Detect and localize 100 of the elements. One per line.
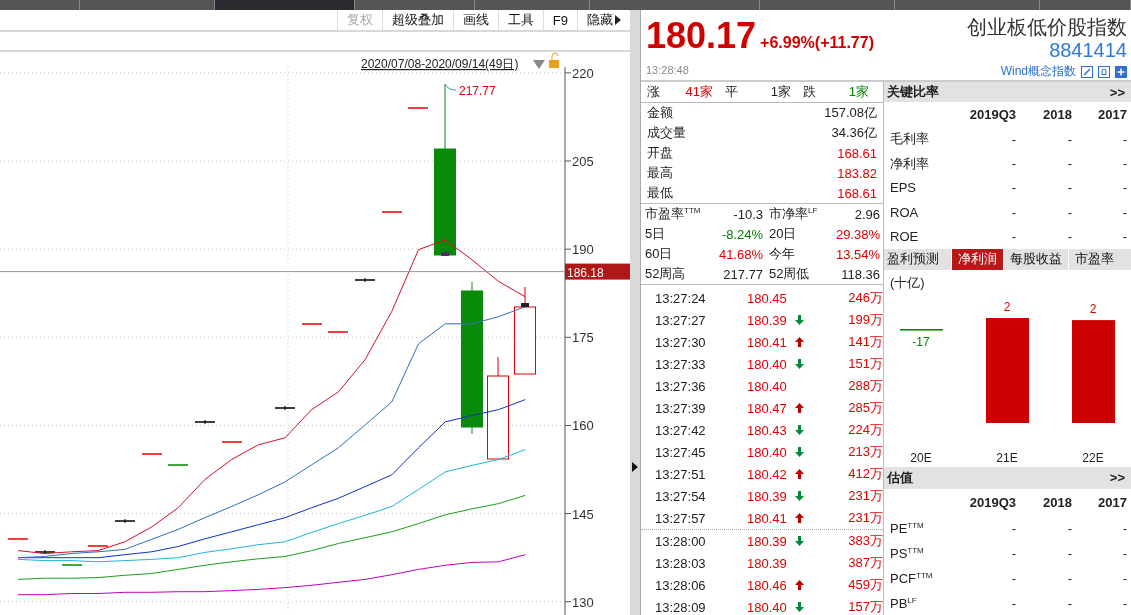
trade-price: 180.47 <box>747 400 788 416</box>
window-tab[interactable] <box>895 0 1040 10</box>
expand-icon[interactable] <box>632 462 638 472</box>
metric-value: 118.36 <box>840 266 880 282</box>
trade-price: 180.40 <box>747 599 788 615</box>
row-label: PCF$^{TTM}$ <box>889 570 934 587</box>
trade-volume: 151万 <box>847 355 883 373</box>
trade-price: 180.43 <box>747 422 788 438</box>
candlestick <box>167 464 189 466</box>
window-tab[interactable] <box>1040 0 1131 10</box>
bar-value-label: 2 <box>1089 302 1097 317</box>
axis-label: 21E <box>996 450 1018 465</box>
more-link[interactable]: >> <box>1109 470 1125 486</box>
row-label: PB$^{LF}$ <box>889 595 918 612</box>
trade-volume: 285万 <box>847 399 883 417</box>
leader-line <box>444 83 457 91</box>
window-tab[interactable] <box>0 0 80 10</box>
trade-price: 180.41 <box>747 510 788 526</box>
window-tab[interactable] <box>760 0 895 10</box>
axis-label: 175 <box>572 330 594 346</box>
trade-time: 13:27:36 <box>655 378 707 394</box>
dropdown-icon[interactable] <box>533 60 545 69</box>
trade-price: 180.40 <box>747 378 788 394</box>
table-cell-text: - <box>1066 180 1072 196</box>
metric-value: -10.3 <box>732 206 763 222</box>
row-label: EPS <box>889 180 917 196</box>
window-tab[interactable] <box>475 0 590 10</box>
price-change: +6.99%(+11.77) <box>760 34 874 52</box>
bell-icon[interactable] <box>1098 65 1110 78</box>
metric-label: 20日 <box>768 225 798 243</box>
add-icon[interactable] <box>1115 65 1127 78</box>
window-tab[interactable] <box>355 0 475 10</box>
candlestick <box>114 518 136 524</box>
trade-volume: 288万 <box>847 377 883 395</box>
date-range-link[interactable]: 2020/07/08-2020/09/14(49日) <box>361 57 519 71</box>
trade-volume: 383万 <box>847 532 883 550</box>
metric-label: 市盈率$^{TTM}$ <box>645 205 702 223</box>
trade-time: 13:27:57 <box>655 510 707 526</box>
axis-label: 145 <box>572 506 594 522</box>
tab[interactable]: 净利润 <box>951 248 1003 270</box>
caret-icon <box>615 15 621 25</box>
window-tab[interactable] <box>80 0 215 10</box>
trade-price: 180.45 <box>747 290 788 306</box>
marker-icon <box>521 303 529 307</box>
trade-time: 13:27:27 <box>655 312 707 328</box>
table-cell-text: - <box>1121 229 1127 245</box>
table-cell-text: - <box>1121 180 1127 196</box>
table-cell-text: - <box>1010 570 1016 586</box>
stat-value: 157.08亿 <box>824 104 877 122</box>
category-link[interactable]: Wind概念指数 <box>1000 63 1076 80</box>
metric-value: 2.96 <box>853 206 880 222</box>
edit-icon[interactable] <box>1081 65 1093 78</box>
trade-time: 13:28:00 <box>655 533 707 549</box>
trade-time: 13:27:42 <box>655 422 707 438</box>
stat-label: 最高 <box>647 164 673 182</box>
metric-value: 13.54% <box>834 246 880 262</box>
table-cell-text: - <box>1121 570 1127 586</box>
table-cell-text: - <box>1121 545 1127 561</box>
trade-time: 13:28:09 <box>655 599 707 615</box>
table-cell-text: - <box>1121 131 1127 147</box>
stat-label: 最低 <box>647 184 673 202</box>
candlestick <box>194 419 216 425</box>
table-cell-text: - <box>1066 520 1072 536</box>
trade-price: 180.39 <box>747 488 788 504</box>
lock-icon[interactable] <box>549 52 559 68</box>
trade-volume: 213万 <box>847 443 883 461</box>
table-cell-text: - <box>1010 229 1016 245</box>
row-label: 毛利率 <box>889 130 930 149</box>
last-price: 180.17 <box>646 16 757 56</box>
metric-label: 60日 <box>645 245 674 263</box>
window-tab[interactable] <box>590 0 760 10</box>
more-link[interactable]: >> <box>1109 84 1125 100</box>
trade-price: 180.46 <box>747 577 788 593</box>
table-cell-text: - <box>1066 204 1072 220</box>
negative-value-mark <box>900 328 943 331</box>
window-tab[interactable] <box>215 0 355 10</box>
breadth-label: 平 <box>725 83 739 101</box>
row-label: 净利率 <box>889 154 930 173</box>
candlestick <box>327 331 349 333</box>
trade-price: 180.39 <box>747 555 788 571</box>
trade-price: 180.42 <box>747 466 788 482</box>
last-price-tag: 186.18 <box>565 263 630 280</box>
column-header: 2019Q3 <box>968 494 1016 510</box>
table-cell-text: - <box>1066 229 1072 245</box>
trade-volume: 157万 <box>847 598 883 615</box>
trade-price: 180.40 <box>747 356 788 372</box>
trade-time: 13:27:39 <box>655 400 707 416</box>
axis-label: 130 <box>572 594 594 610</box>
marker-icon <box>441 252 449 256</box>
trade-volume: 412万 <box>847 465 883 483</box>
stat-value: 183.82 <box>837 165 877 181</box>
trade-volume: 459万 <box>847 576 883 594</box>
row-label: ROE <box>889 229 920 245</box>
axis-label: 160 <box>572 418 594 434</box>
index-name: 创业板低价股指数 <box>967 15 1127 39</box>
table-cell-text: - <box>1010 595 1016 611</box>
stat-label: 金额 <box>647 104 673 122</box>
trade-volume: 246万 <box>847 289 883 307</box>
trade-volume: 387万 <box>847 554 883 572</box>
table-cell-text: - <box>1121 595 1127 611</box>
